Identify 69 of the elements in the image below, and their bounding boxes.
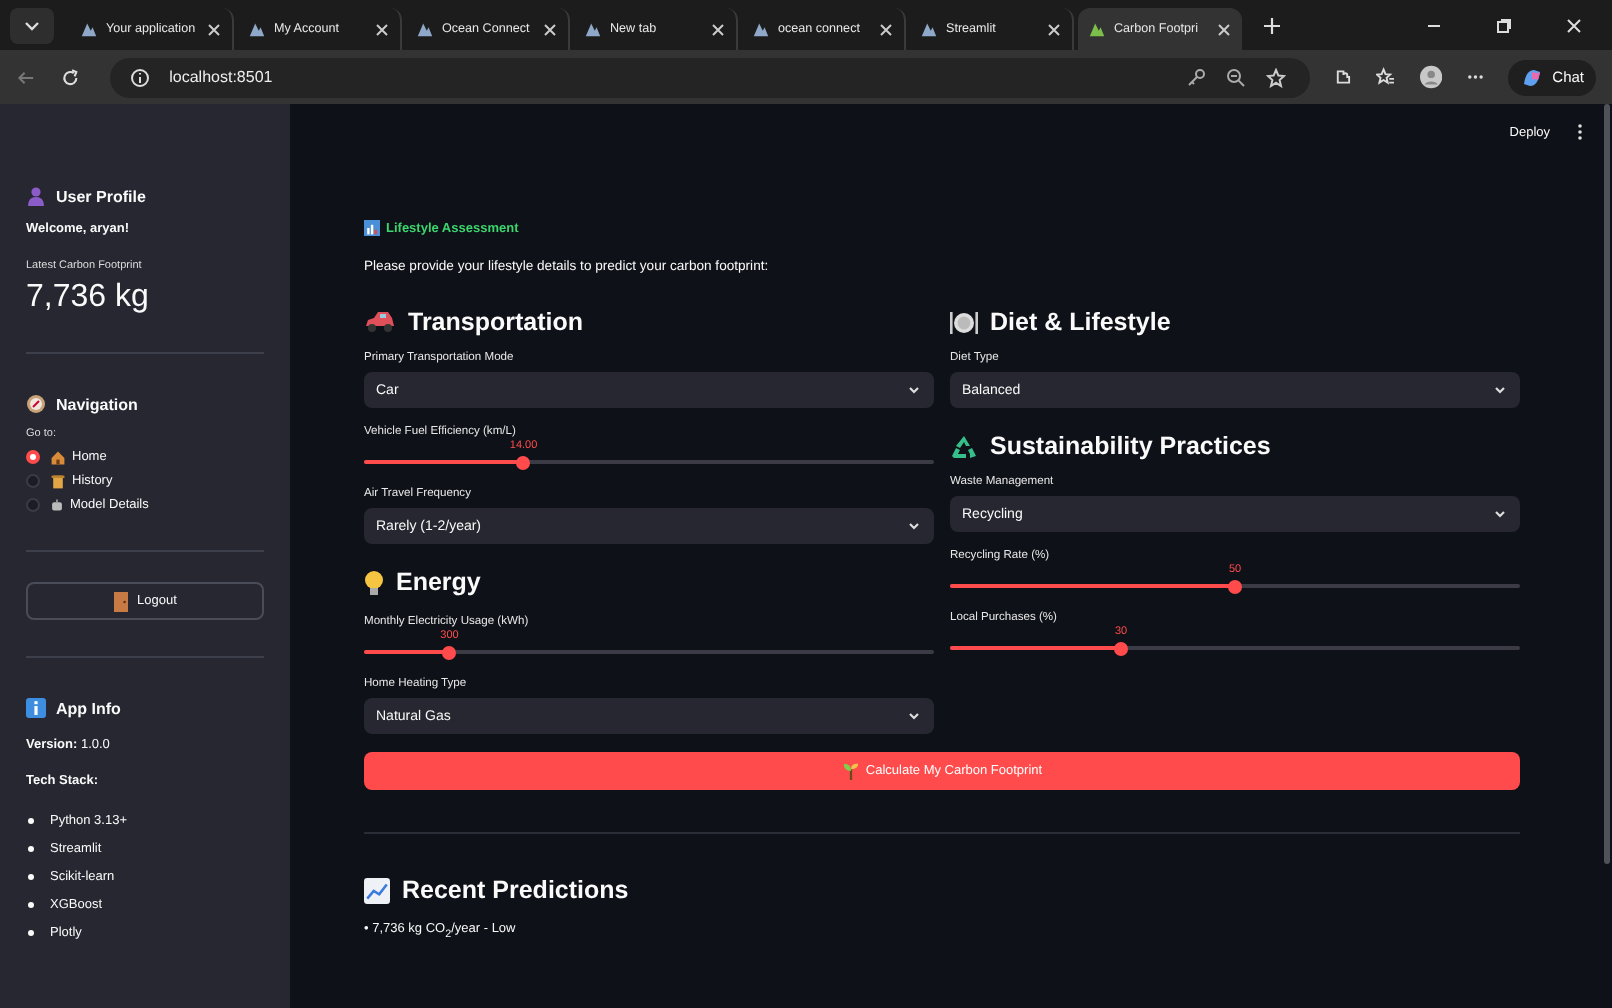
slider-thumb[interactable] — [1228, 579, 1242, 593]
slider-thumb[interactable] — [516, 455, 531, 469]
key-icon[interactable] — [1185, 67, 1206, 87]
close-icon[interactable] — [374, 21, 390, 37]
compass-icon — [26, 394, 46, 414]
bullet-icon — [28, 846, 34, 852]
favorites-icon[interactable] — [1376, 66, 1396, 88]
close-icon[interactable] — [1046, 21, 1062, 37]
section-heading: Recent Predictions — [402, 876, 629, 904]
kebab-menu-icon[interactable] — [1574, 122, 1586, 142]
bullet-icon — [28, 818, 34, 824]
chevron-icon — [1492, 506, 1508, 522]
favicon-icon — [752, 20, 770, 38]
info-icon — [26, 698, 46, 718]
star-icon[interactable] — [1265, 67, 1286, 87]
zoom-icon[interactable] — [1225, 67, 1246, 87]
info-icon[interactable] — [129, 67, 150, 87]
line-chart-icon — [364, 877, 390, 903]
close-icon[interactable] — [878, 21, 894, 37]
section-heading: Sustainability Practices — [990, 432, 1271, 460]
chevron-icon — [906, 708, 922, 724]
metric-value: 7,736 kg — [26, 280, 151, 316]
robot-icon — [50, 498, 64, 512]
reload-icon[interactable] — [60, 65, 82, 89]
new-tab-icon[interactable] — [1262, 15, 1282, 35]
section-heading: Energy — [396, 568, 481, 596]
avatar-icon[interactable] — [1419, 64, 1442, 90]
plate-icon — [950, 309, 978, 335]
radio-button[interactable] — [26, 498, 40, 512]
sidebar-heading: App Info — [56, 699, 121, 717]
extensions-icon[interactable] — [1333, 66, 1353, 88]
favicon-icon — [416, 20, 434, 38]
favicon-icon — [80, 20, 98, 38]
copilot-icon — [1520, 65, 1545, 89]
sprout-icon — [841, 762, 860, 780]
restore-icon[interactable] — [1494, 15, 1514, 35]
section-heading: Diet & Lifestyle — [990, 308, 1171, 336]
door-icon — [113, 591, 128, 611]
close-icon[interactable] — [1216, 21, 1232, 37]
close-icon[interactable] — [710, 21, 726, 37]
bullet-icon — [28, 874, 34, 880]
tab-list-button[interactable] — [10, 7, 54, 43]
bullet-icon — [28, 902, 34, 908]
radio-button[interactable] — [26, 450, 40, 464]
favicon-icon — [248, 20, 266, 38]
slider-thumb[interactable] — [1114, 641, 1128, 655]
section-heading: Transportation — [408, 308, 584, 336]
bullet-icon — [28, 930, 34, 936]
car-icon — [364, 310, 396, 334]
favicon-icon — [920, 20, 938, 38]
recycle-icon — [950, 433, 978, 459]
favicon-icon — [1088, 20, 1106, 38]
close-icon[interactable] — [206, 21, 222, 37]
bulb-icon — [364, 569, 384, 595]
slider-thumb[interactable] — [442, 645, 457, 659]
bar-chart-icon — [364, 220, 380, 236]
chevron-icon — [906, 382, 922, 398]
scroll-icon — [50, 473, 66, 489]
sidebar-heading: User Profile — [56, 187, 146, 205]
favicon-icon — [584, 20, 602, 38]
close-icon[interactable] — [1564, 15, 1584, 35]
address-field[interactable]: localhost:8501 — [109, 57, 1310, 97]
user-icon — [26, 186, 46, 206]
close-icon[interactable] — [542, 21, 558, 37]
chevron-icon — [906, 518, 922, 534]
chevron-icon — [1492, 382, 1508, 398]
sidebar-heading: Navigation — [56, 395, 138, 413]
radio-button[interactable] — [26, 474, 40, 488]
house-icon — [50, 449, 66, 465]
